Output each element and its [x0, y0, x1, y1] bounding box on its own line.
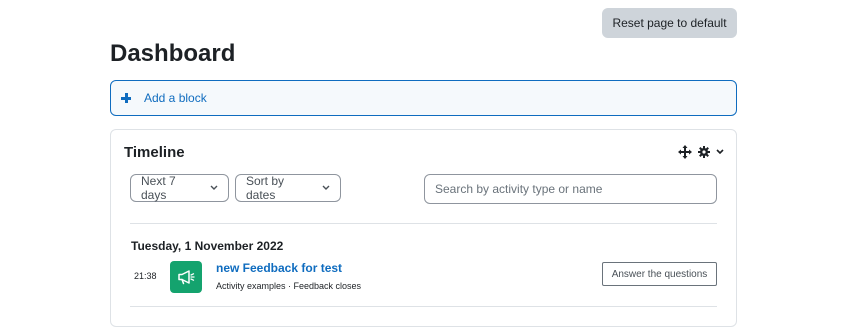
date-heading: Tuesday, 1 November 2022 — [131, 239, 284, 253]
answer-questions-button[interactable]: Answer the questions — [602, 262, 717, 286]
event-time: 21:38 — [134, 271, 157, 281]
reset-page-button[interactable]: Reset page to default — [602, 8, 737, 38]
move-icon[interactable] — [678, 145, 692, 159]
chevron-down-icon — [210, 185, 218, 191]
days-filter-dropdown[interactable]: Next 7 days — [130, 174, 229, 202]
add-block-label: Add a block — [144, 91, 207, 105]
chevron-down-icon[interactable] — [716, 149, 724, 155]
activity-search-input[interactable] — [424, 174, 717, 204]
activity-link[interactable]: new Feedback for test — [216, 261, 342, 275]
add-block-button[interactable]: Add a block — [110, 80, 737, 116]
divider — [130, 223, 717, 224]
megaphone-icon — [170, 261, 202, 293]
days-filter-label: Next 7 days — [141, 174, 176, 202]
gear-icon[interactable] — [698, 146, 710, 158]
plus-icon — [121, 92, 133, 104]
sort-dropdown[interactable]: Sort by dates — [235, 174, 341, 202]
activity-meta: Activity examples · Feedback closes — [216, 281, 362, 291]
timeline-title: Timeline — [124, 144, 185, 161]
block-controls — [678, 145, 724, 159]
chevron-down-icon — [322, 185, 330, 191]
sort-label: Sort by dates — [246, 174, 285, 202]
timeline-block: Timeline Next 7 days Sort by dates Searc… — [110, 129, 737, 327]
divider — [130, 306, 717, 307]
page-title: Dashboard — [110, 40, 236, 67]
